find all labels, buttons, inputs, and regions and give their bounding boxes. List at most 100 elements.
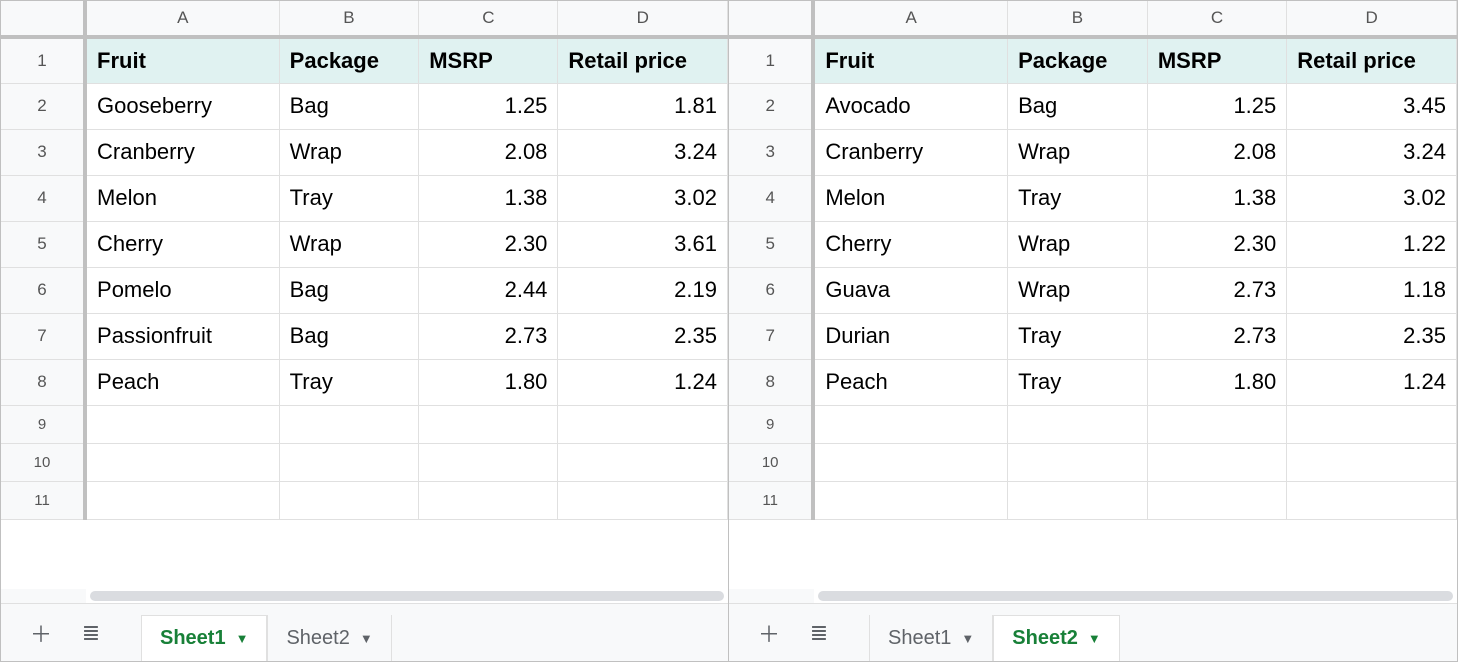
cell[interactable]: Cranberry [813,129,1007,175]
cell[interactable]: MSRP [1147,37,1286,83]
cell[interactable]: 1.25 [1147,83,1286,129]
cell[interactable] [85,481,279,519]
cell[interactable]: 2.35 [1287,313,1457,359]
row-header-6[interactable]: 6 [729,267,813,313]
row-header-3[interactable]: 3 [729,129,813,175]
cell[interactable]: Bag [1008,83,1148,129]
cell[interactable]: Wrap [1008,129,1148,175]
tab-sheet1[interactable]: Sheet1 ▼ [869,615,993,661]
row-header-6[interactable]: 6 [1,267,85,313]
col-header-A[interactable]: A [85,1,279,37]
cell[interactable] [279,405,419,443]
tab-sheet2[interactable]: Sheet2 ▼ [267,615,391,661]
row-header-2[interactable]: 2 [1,83,85,129]
cell[interactable] [1147,481,1286,519]
cell[interactable] [85,405,279,443]
cell[interactable] [1287,405,1457,443]
cell[interactable]: 1.18 [1287,267,1457,313]
cell[interactable]: 3.24 [1287,129,1457,175]
cell[interactable]: Retail price [558,37,728,83]
row-header-11[interactable]: 11 [1,481,85,519]
cell[interactable]: MSRP [419,37,558,83]
cell[interactable]: Cherry [85,221,279,267]
row-header-5[interactable]: 5 [1,221,85,267]
cell[interactable]: Cherry [813,221,1007,267]
cell[interactable] [558,405,728,443]
row-header-4[interactable]: 4 [1,175,85,221]
cell[interactable]: Package [279,37,419,83]
add-sheet-button[interactable]: ＋ [749,613,789,653]
cell[interactable] [419,405,558,443]
cell[interactable]: Wrap [279,221,419,267]
col-header-D[interactable]: D [558,1,728,37]
cell[interactable] [813,405,1007,443]
cell[interactable]: Passionfruit [85,313,279,359]
grid-area[interactable]: A B C D 1 Fruit Package MSRP Retail pric… [1,1,728,589]
row-header-11[interactable]: 11 [729,481,813,519]
cell[interactable]: 2.73 [1147,313,1286,359]
spreadsheet-grid[interactable]: A B C D 1 Fruit Package MSRP Retail pric… [1,1,728,520]
cell[interactable]: 2.08 [1147,129,1286,175]
cell[interactable]: 1.81 [558,83,728,129]
col-header-B[interactable]: B [279,1,419,37]
cell[interactable]: Bag [279,267,419,313]
select-all-corner[interactable] [729,1,813,37]
row-header-1[interactable]: 1 [1,37,85,83]
cell[interactable] [279,443,419,481]
cell[interactable] [1147,443,1286,481]
cell[interactable] [813,481,1007,519]
cell[interactable]: Pomelo [85,267,279,313]
row-header-7[interactable]: 7 [729,313,813,359]
row-header-2[interactable]: 2 [729,83,813,129]
cell[interactable]: 2.08 [419,129,558,175]
cell[interactable]: Guava [813,267,1007,313]
tab-sheet1[interactable]: Sheet1 ▼ [141,615,267,661]
cell[interactable]: Melon [813,175,1007,221]
cell[interactable]: 1.22 [1287,221,1457,267]
cell[interactable]: 3.61 [558,221,728,267]
cell[interactable]: Tray [279,359,419,405]
cell[interactable] [419,443,558,481]
cell[interactable]: 1.38 [419,175,558,221]
cell[interactable]: 2.73 [419,313,558,359]
cell[interactable]: Package [1008,37,1148,83]
grid-area[interactable]: A B C D 1 Fruit Package MSRP Retail pric… [729,1,1457,589]
cell[interactable]: 2.44 [419,267,558,313]
cell[interactable] [419,481,558,519]
row-header-4[interactable]: 4 [729,175,813,221]
col-header-A[interactable]: A [813,1,1007,37]
row-header-8[interactable]: 8 [1,359,85,405]
cell[interactable]: Retail price [1287,37,1457,83]
row-header-10[interactable]: 10 [1,443,85,481]
cell[interactable]: 1.24 [1287,359,1457,405]
cell[interactable]: Tray [1008,359,1148,405]
cell[interactable]: 3.02 [1287,175,1457,221]
cell[interactable] [558,443,728,481]
cell[interactable]: 1.80 [1147,359,1286,405]
cell[interactable]: 2.73 [1147,267,1286,313]
cell[interactable]: 3.45 [1287,83,1457,129]
scrollbar-thumb[interactable] [90,591,724,601]
row-header-7[interactable]: 7 [1,313,85,359]
cell[interactable]: Fruit [85,37,279,83]
cell[interactable] [813,443,1007,481]
cell[interactable] [1147,405,1286,443]
all-sheets-button[interactable]: ≣ [799,613,839,653]
cell[interactable]: 1.80 [419,359,558,405]
cell[interactable]: Durian [813,313,1007,359]
cell[interactable]: 2.30 [1147,221,1286,267]
cell[interactable] [279,481,419,519]
tab-sheet2[interactable]: Sheet2 ▼ [993,615,1119,661]
scrollbar-thumb[interactable] [818,591,1453,601]
cell[interactable]: Peach [85,359,279,405]
cell[interactable]: Tray [1008,175,1148,221]
add-sheet-button[interactable]: ＋ [21,613,61,653]
cell[interactable]: 3.02 [558,175,728,221]
cell[interactable]: 1.25 [419,83,558,129]
cell[interactable]: Wrap [1008,267,1148,313]
horizontal-scrollbar[interactable] [1,589,728,603]
all-sheets-button[interactable]: ≣ [71,613,111,653]
row-header-9[interactable]: 9 [729,405,813,443]
col-header-B[interactable]: B [1008,1,1148,37]
col-header-C[interactable]: C [419,1,558,37]
